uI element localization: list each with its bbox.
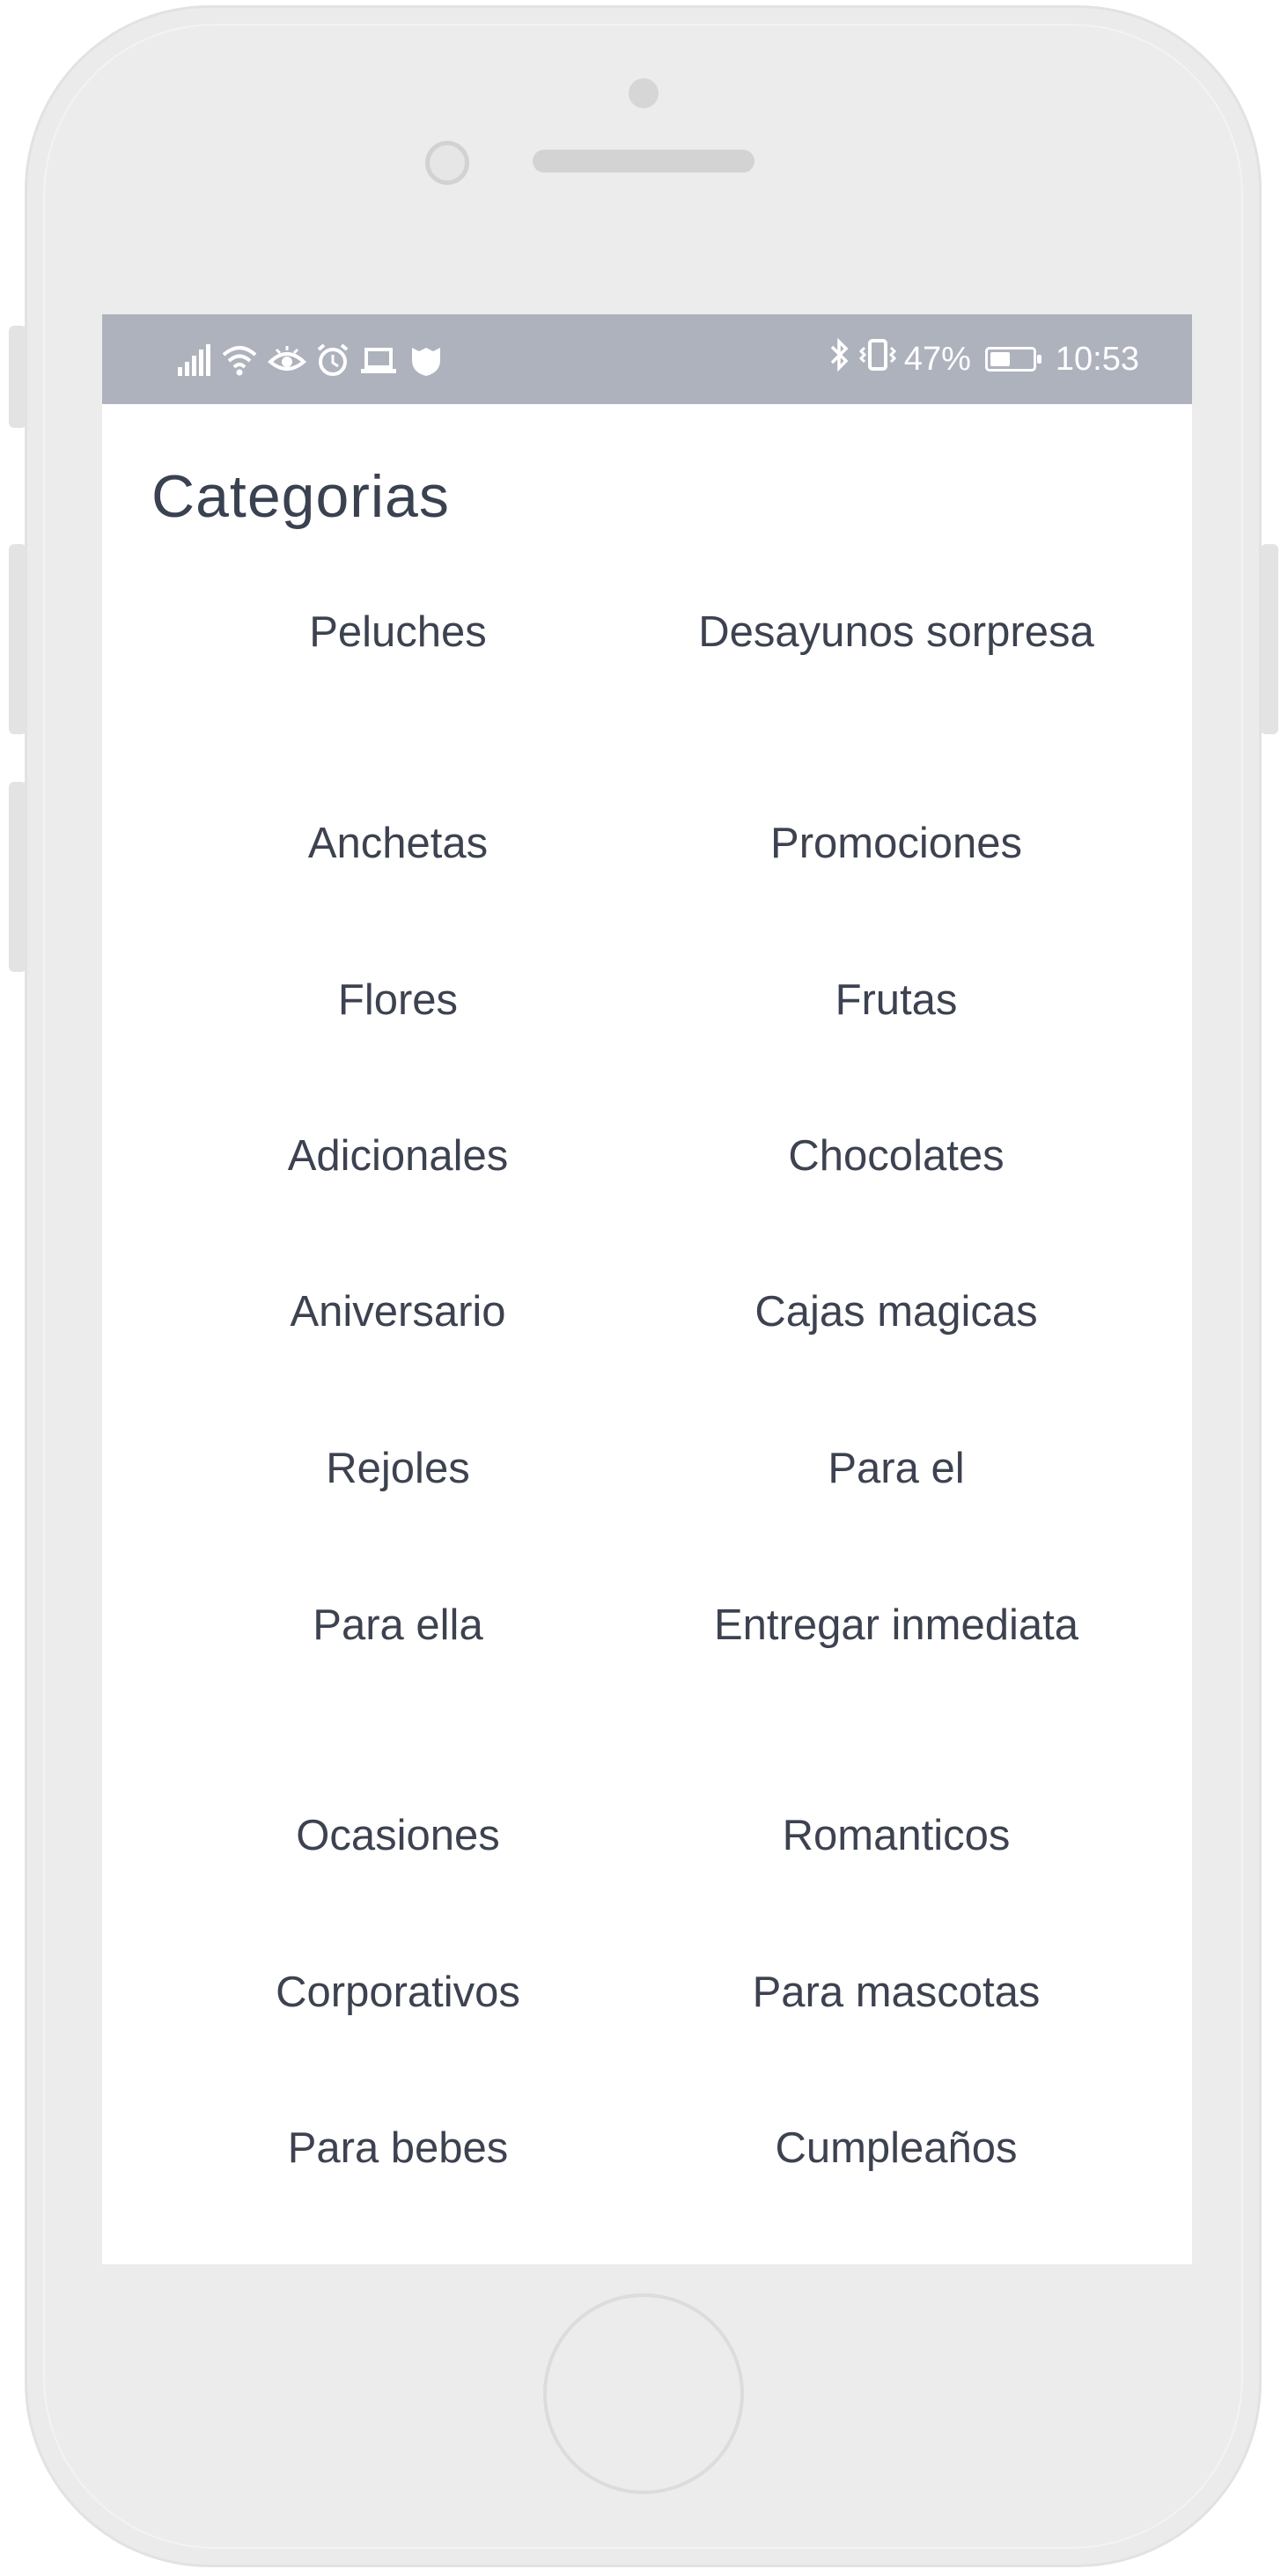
eye-icon: [268, 342, 306, 378]
category-item-frutas[interactable]: Frutas: [648, 973, 1144, 1028]
category-item-ocasiones[interactable]: Ocasiones: [150, 1808, 646, 1864]
volume-up-button: [9, 544, 26, 734]
status-time: 10:53: [1055, 340, 1139, 378]
proximity-sensor: [629, 78, 659, 108]
page-title: Categorias: [151, 463, 450, 530]
laptop-icon: [359, 342, 398, 378]
category-item-para-ella[interactable]: Para ella: [150, 1598, 646, 1653]
category-item-chocolates[interactable]: Chocolates: [648, 1129, 1144, 1184]
app-screen: 47% 10:53 Categorias Peluches Desayunos …: [102, 314, 1192, 2264]
home-button[interactable]: [543, 2293, 744, 2494]
status-bar: 47% 10:53: [102, 314, 1192, 404]
battery-percent: 47%: [903, 340, 971, 378]
front-camera: [425, 141, 469, 185]
power-button: [1261, 544, 1278, 734]
category-grid: Peluches Desayunos sorpresa Anchetas Pro…: [102, 605, 1192, 2251]
category-item-aniversario[interactable]: Aniversario: [150, 1284, 646, 1340]
category-item-anchetas[interactable]: Anchetas: [150, 816, 646, 872]
category-item-flores[interactable]: Flores: [150, 973, 646, 1028]
category-item-para-mascotas[interactable]: Para mascotas: [648, 1965, 1144, 2020]
category-item-para-el[interactable]: Para el: [648, 1441, 1144, 1497]
category-item-desayunos-sorpresa[interactable]: Desayunos sorpresa: [676, 605, 1116, 660]
category-item-adicionales[interactable]: Adicionales: [150, 1129, 646, 1184]
battery-icon: [984, 347, 1041, 372]
status-left-icons: [176, 341, 445, 379]
vibrate-icon: [858, 337, 897, 381]
mute-switch: [9, 326, 26, 428]
shield-icon: [407, 342, 445, 378]
alarm-icon: [315, 342, 350, 378]
bluetooth-icon: [828, 337, 851, 381]
wifi-icon: [220, 342, 259, 378]
category-item-para-bebes[interactable]: Para bebes: [150, 2121, 646, 2176]
category-item-romanticos[interactable]: Romanticos: [648, 1808, 1144, 1864]
earpiece-speaker: [533, 150, 754, 173]
category-item-entregar-inmediata[interactable]: Entregar inmediata: [676, 1598, 1116, 1653]
category-item-cajas-magicas[interactable]: Cajas magicas: [648, 1284, 1144, 1340]
category-item-rejoles[interactable]: Rejoles: [150, 1441, 646, 1497]
category-item-promociones[interactable]: Promociones: [648, 816, 1144, 872]
signal-icon: [176, 342, 211, 378]
category-item-peluches[interactable]: Peluches: [150, 605, 646, 660]
category-item-cumpleanos[interactable]: Cumpleaños: [648, 2121, 1144, 2176]
volume-down-button: [9, 782, 26, 972]
status-right: 47% 10:53: [828, 337, 1139, 381]
category-item-corporativos[interactable]: Corporativos: [150, 1965, 646, 2020]
